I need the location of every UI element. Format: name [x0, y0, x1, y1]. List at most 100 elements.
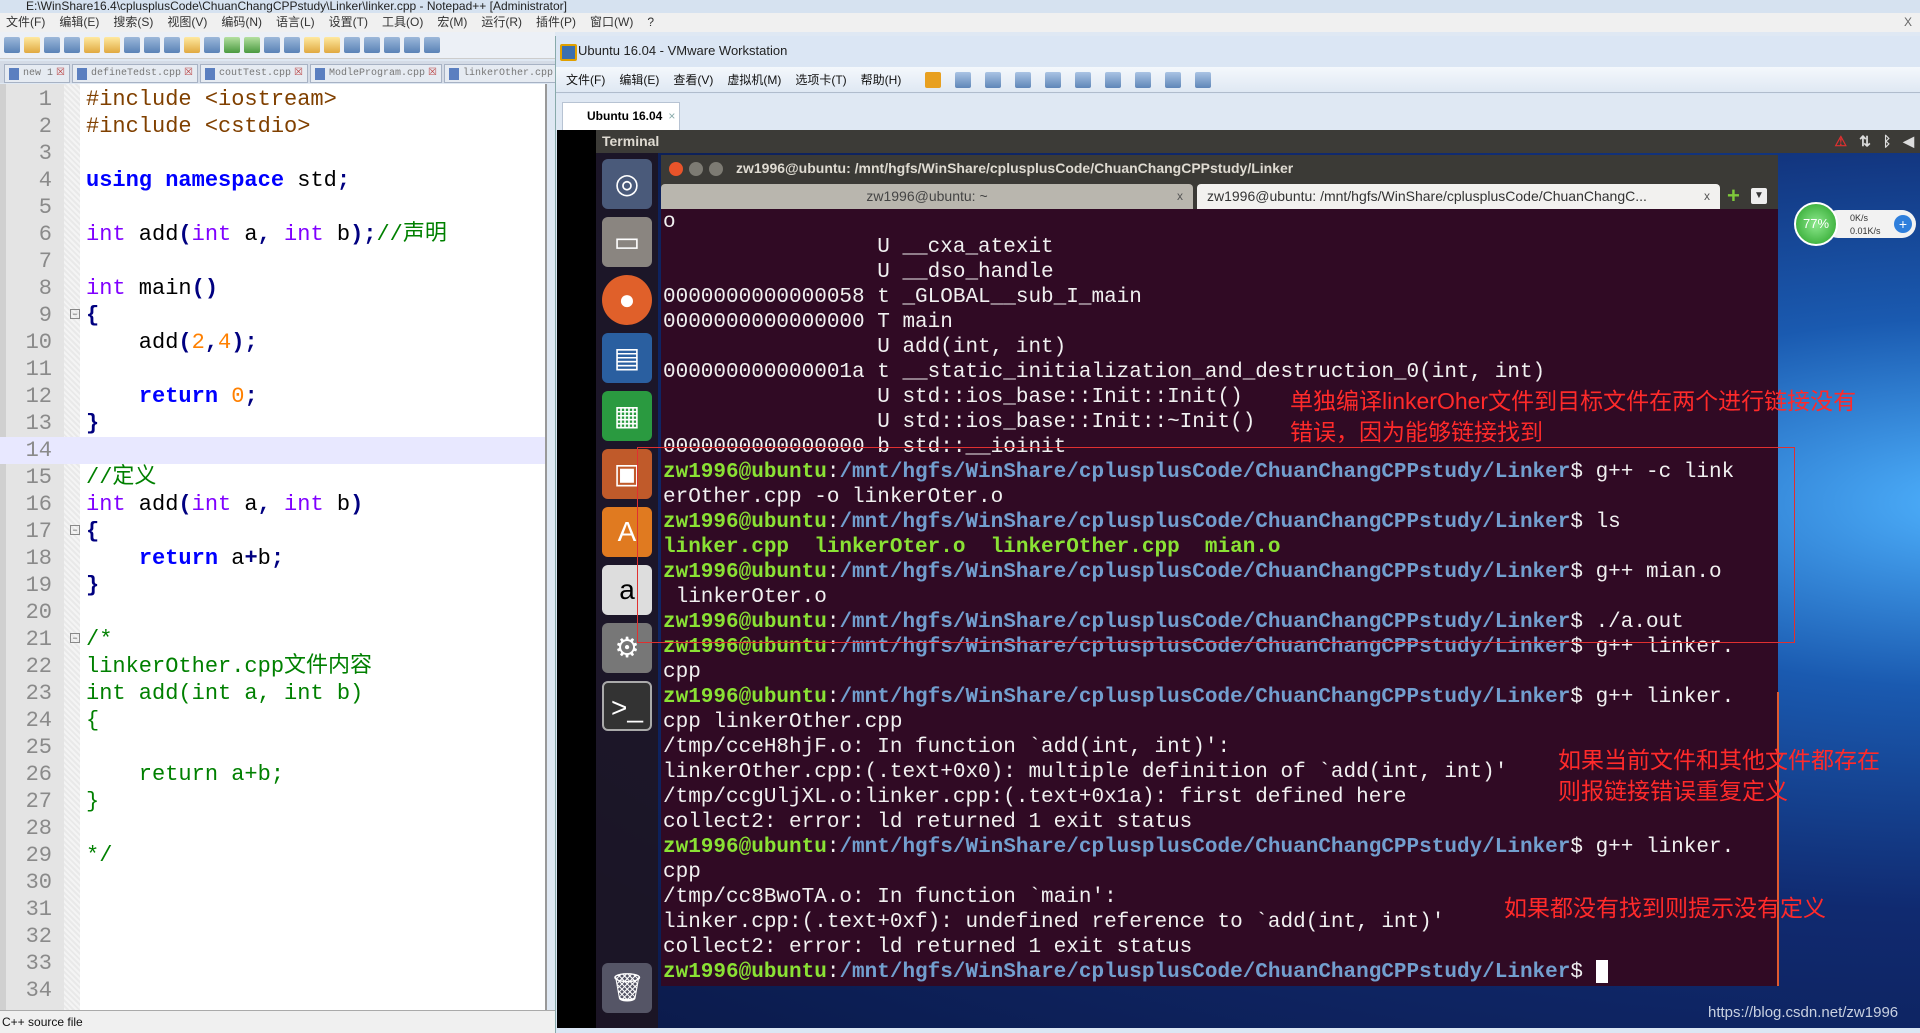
- menu-item[interactable]: 编辑(E): [59, 13, 99, 32]
- code-line: 29 */: [0, 842, 545, 869]
- toolbar-button[interactable]: [144, 37, 160, 53]
- toolbar-button[interactable]: [44, 37, 60, 53]
- code-text: using namespace std;: [86, 167, 350, 194]
- toolbar-button[interactable]: [224, 37, 240, 53]
- volume-icon[interactable]: ◀: [1903, 130, 1914, 153]
- calc-icon[interactable]: ▦: [602, 391, 652, 441]
- menu-item[interactable]: 视图(V): [167, 13, 207, 32]
- notepad-tab[interactable]: ModleProgram.cpp ☒: [309, 64, 442, 83]
- fold-icon[interactable]: −: [70, 633, 80, 643]
- toolbar-button[interactable]: [244, 37, 260, 53]
- menu-item[interactable]: 帮助(H): [861, 71, 902, 88]
- toolbar-button[interactable]: [264, 37, 280, 53]
- toolbar-button[interactable]: [424, 37, 440, 53]
- menu-item[interactable]: 文件(F): [566, 71, 605, 88]
- trash-icon[interactable]: 🗑: [602, 963, 652, 1013]
- toolbar-button[interactable]: [284, 37, 300, 53]
- menu-item[interactable]: 编码(N): [221, 13, 262, 32]
- close-icon[interactable]: X: [1904, 13, 1912, 32]
- toolbar-button[interactable]: [344, 37, 360, 53]
- menu-item[interactable]: ?: [647, 13, 654, 32]
- menu-item[interactable]: 文件(F): [6, 13, 45, 32]
- fullscreen-icon[interactable]: [1135, 71, 1152, 88]
- terminal-text: $ g++ linker.: [1570, 686, 1735, 709]
- maximize-button[interactable]: [709, 162, 723, 176]
- close-icon[interactable]: ☒: [428, 68, 437, 79]
- toolbar-button[interactable]: [204, 37, 220, 53]
- toolbar-button[interactable]: [384, 37, 400, 53]
- warning-icon[interactable]: ⚠: [1835, 130, 1848, 153]
- notepad-tab[interactable]: new 1 ☒: [4, 64, 70, 83]
- toolbar-button[interactable]: [24, 37, 40, 53]
- dash-icon[interactable]: ◎: [602, 159, 652, 209]
- close-icon[interactable]: ☒: [56, 68, 65, 79]
- send-keys-icon[interactable]: [955, 71, 972, 88]
- new-tab-icon[interactable]: +: [1727, 185, 1740, 207]
- manage-snapshots-icon[interactable]: [1045, 71, 1062, 88]
- code-token: int: [191, 492, 232, 517]
- unity-icon[interactable]: [1165, 71, 1182, 88]
- menu-item[interactable]: 宏(M): [437, 13, 467, 32]
- plus-icon[interactable]: +: [1894, 215, 1912, 233]
- close-icon[interactable]: ☒: [294, 68, 303, 79]
- writer-icon[interactable]: ▤: [602, 333, 652, 383]
- close-button[interactable]: [669, 162, 683, 176]
- menu-item[interactable]: 语言(L): [276, 13, 315, 32]
- terminal-icon[interactable]: >_: [602, 681, 652, 731]
- console-icon[interactable]: [1105, 71, 1122, 88]
- network-icon[interactable]: ⇅: [1859, 130, 1871, 153]
- toolbar-button[interactable]: [124, 37, 140, 53]
- code-token: );: [231, 330, 258, 355]
- notepad-tab[interactable]: linkerOther.cpp☒: [443, 64, 570, 83]
- toolbar-button[interactable]: [324, 37, 340, 53]
- toolbar-button[interactable]: [4, 37, 20, 53]
- close-icon[interactable]: x: [1704, 184, 1710, 209]
- toolbar-button[interactable]: [164, 37, 180, 53]
- terminal-text: :: [826, 836, 840, 859]
- firefox-icon[interactable]: ●: [602, 275, 652, 325]
- notepad-tab[interactable]: defineTedst.cpp ☒: [71, 64, 198, 83]
- menu-item[interactable]: 搜索(S): [113, 13, 153, 32]
- toolbar-button[interactable]: [84, 37, 100, 53]
- menu-item[interactable]: 查看(V): [673, 71, 713, 88]
- code-line: 14: [0, 437, 545, 464]
- files-icon[interactable]: ▭: [602, 217, 652, 267]
- tab-ubuntu[interactable]: Ubuntu 16.04 ×: [562, 102, 680, 130]
- tab-menu-icon[interactable]: ▼: [1751, 188, 1767, 204]
- menu-item[interactable]: 插件(P): [536, 13, 576, 32]
- menu-item[interactable]: 设置(T): [329, 13, 368, 32]
- snapshot-icon[interactable]: [985, 71, 1002, 88]
- tab-label: linkerOther.cpp: [462, 68, 553, 79]
- menu-item[interactable]: 编辑(E): [619, 71, 659, 88]
- menu-item[interactable]: 工具(O): [382, 13, 423, 32]
- menu-item[interactable]: 窗口(W): [590, 13, 633, 32]
- terminal-tab-home[interactable]: zw1996@ubuntu: ~ x: [661, 184, 1193, 209]
- toolbar-button[interactable]: [64, 37, 80, 53]
- sidebar-icon[interactable]: [1075, 71, 1092, 88]
- fold-icon[interactable]: −: [70, 525, 80, 535]
- menu-item[interactable]: 选项卡(T): [795, 71, 846, 88]
- fold-icon[interactable]: −: [70, 309, 80, 319]
- menu-item[interactable]: 运行(R): [481, 13, 522, 32]
- code-text: {: [86, 707, 99, 734]
- menu-item[interactable]: 虚拟机(M): [727, 71, 781, 88]
- revert-icon[interactable]: [1015, 71, 1032, 88]
- code-token: /*: [86, 627, 113, 652]
- notepad-tab[interactable]: coutTest.cpp ☒: [199, 64, 308, 83]
- network-speed-widget[interactable]: 0K/s 0.01K/s + 77%: [1794, 202, 1918, 246]
- code-line: 30: [0, 869, 545, 896]
- toolbar-button[interactable]: [364, 37, 380, 53]
- bluetooth-icon[interactable]: ᛒ: [1883, 130, 1891, 153]
- close-icon[interactable]: ×: [668, 109, 675, 123]
- terminal-tab-linker[interactable]: zw1996@ubuntu: /mnt/hgfs/WinShare/cplusp…: [1197, 184, 1720, 209]
- view-icon[interactable]: [1195, 71, 1212, 88]
- minimize-button[interactable]: [689, 162, 703, 176]
- toolbar-button[interactable]: [184, 37, 200, 53]
- close-icon[interactable]: x: [1177, 184, 1183, 209]
- toolbar-button[interactable]: [404, 37, 420, 53]
- toolbar-button[interactable]: [304, 37, 320, 53]
- code-editor[interactable]: 1 #include <iostream> 2 #include <cstdio> 3 4…: [0, 84, 547, 1010]
- toolbar-button[interactable]: [104, 37, 120, 53]
- pause-icon[interactable]: [925, 71, 942, 88]
- close-icon[interactable]: ☒: [184, 68, 193, 79]
